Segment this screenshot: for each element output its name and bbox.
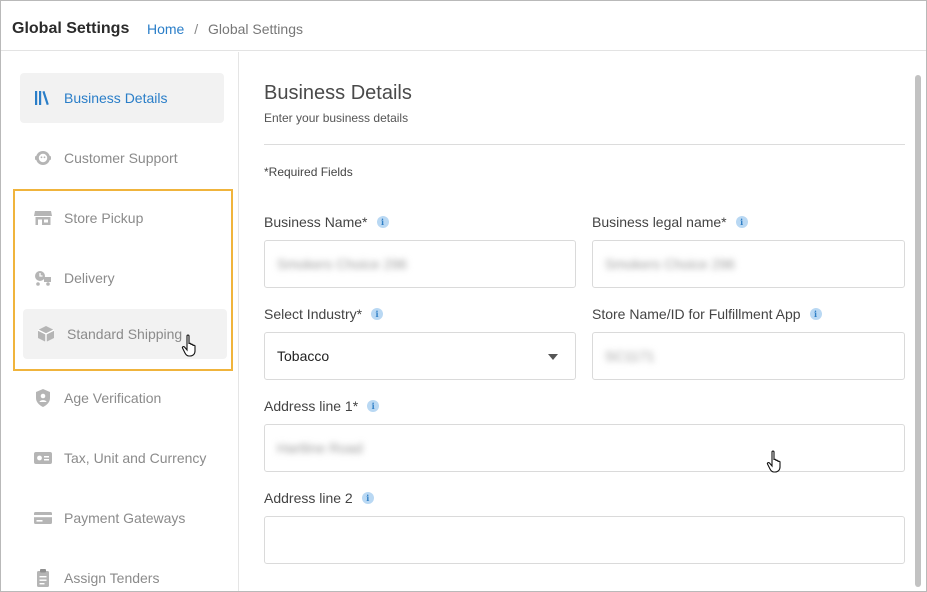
package-icon	[36, 324, 56, 344]
sidebar-item-label: Store Pickup	[64, 210, 144, 226]
sidebar-item-label: Delivery	[64, 270, 115, 286]
industry-select[interactable]: Tobacco	[264, 332, 576, 380]
currency-icon	[33, 448, 53, 468]
business-name-label-text: Business Name*	[264, 214, 368, 230]
sidebar-item-label: Business Details	[64, 90, 168, 106]
business-legal-name-label: Business legal name* i	[592, 214, 748, 230]
store-name-input[interactable]: SC1171	[592, 332, 905, 380]
breadcrumb: Home / Global Settings	[147, 21, 303, 37]
section-subtitle: Enter your business details	[264, 111, 409, 125]
business-legal-name-label-text: Business legal name*	[592, 214, 727, 230]
section-divider	[264, 144, 905, 145]
sidebar-item-label: Standard Shipping	[67, 326, 183, 342]
address-line-2-input[interactable]	[264, 516, 905, 564]
breadcrumb-separator: /	[194, 21, 199, 37]
address-line-2-label-text: Address line 2	[264, 490, 353, 506]
settings-sidebar: Business Details Customer Support Store …	[1, 52, 239, 591]
select-industry-label: Select Industry* i	[264, 306, 384, 322]
books-icon	[33, 88, 53, 108]
store-name-value: SC1171	[605, 348, 655, 364]
info-icon[interactable]: i	[367, 400, 380, 412]
breadcrumb-home-link[interactable]: Home	[147, 21, 184, 37]
select-industry-label-text: Select Industry*	[264, 306, 363, 322]
sidebar-item-delivery[interactable]: Delivery	[20, 253, 224, 303]
scrollbar-thumb[interactable]	[915, 75, 921, 587]
address-line-2-label: Address line 2 i	[264, 490, 374, 506]
page-title: Global Settings	[12, 20, 130, 37]
sidebar-item-assign-tenders[interactable]: Assign Tenders	[20, 553, 224, 591]
sidebar-item-store-pickup[interactable]: Store Pickup	[20, 193, 224, 243]
sidebar-item-payment-gateways[interactable]: Payment Gateways	[20, 493, 224, 543]
info-icon[interactable]: i	[735, 216, 748, 228]
sidebar-item-age-verification[interactable]: Age Verification	[20, 373, 224, 423]
sidebar-item-label: Customer Support	[64, 150, 178, 166]
storefront-icon	[33, 208, 53, 228]
breadcrumb-current: Global Settings	[208, 21, 303, 37]
sidebar-item-label: Age Verification	[64, 390, 162, 406]
sidebar-item-customer-support[interactable]: Customer Support	[20, 133, 224, 183]
industry-select-value: Tobacco	[277, 348, 330, 364]
clipboard-list-icon	[33, 568, 53, 588]
info-icon[interactable]: i	[371, 308, 384, 320]
info-icon[interactable]: i	[376, 216, 389, 228]
info-icon[interactable]: i	[809, 308, 822, 320]
top-header: Global Settings Home / Global Settings	[1, 1, 926, 51]
required-fields-note: *Required Fields	[264, 165, 353, 179]
sidebar-item-label: Assign Tenders	[64, 570, 160, 586]
business-name-input[interactable]: Smokers Choice 296	[264, 240, 576, 288]
app-window: Global Settings Home / Global Settings B…	[0, 0, 927, 592]
address-line-1-value: Hartline Road	[277, 440, 363, 456]
store-name-label-text: Store Name/ID for Fulfillment App	[592, 306, 801, 322]
chevron-down-icon[interactable]	[548, 354, 558, 360]
info-icon[interactable]: i	[361, 492, 374, 504]
store-name-label: Store Name/ID for Fulfillment App i	[592, 306, 822, 322]
business-details-panel: Business Details Enter your business det…	[240, 52, 926, 591]
address-line-1-input[interactable]: Hartline Road	[264, 424, 905, 472]
sidebar-item-business-details[interactable]: Business Details	[20, 73, 224, 123]
support-agent-icon	[33, 148, 53, 168]
business-name-label: Business Name* i	[264, 214, 389, 230]
address-line-1-label: Address line 1* i	[264, 398, 380, 414]
business-name-value: Smokers Choice 296	[277, 256, 407, 272]
sidebar-item-label: Tax, Unit and Currency	[64, 450, 207, 466]
address-line-1-label-text: Address line 1*	[264, 398, 359, 414]
business-legal-name-input[interactable]: Smokers Choice 296	[592, 240, 905, 288]
sidebar-item-standard-shipping[interactable]: Standard Shipping	[23, 309, 227, 359]
section-title: Business Details	[264, 82, 412, 104]
shield-user-icon	[33, 388, 53, 408]
delivery-icon	[33, 268, 53, 288]
business-legal-name-value: Smokers Choice 296	[605, 256, 735, 272]
sidebar-item-tax-unit-currency[interactable]: Tax, Unit and Currency	[20, 433, 224, 483]
sidebar-item-label: Payment Gateways	[64, 510, 186, 526]
credit-card-icon	[33, 508, 53, 528]
